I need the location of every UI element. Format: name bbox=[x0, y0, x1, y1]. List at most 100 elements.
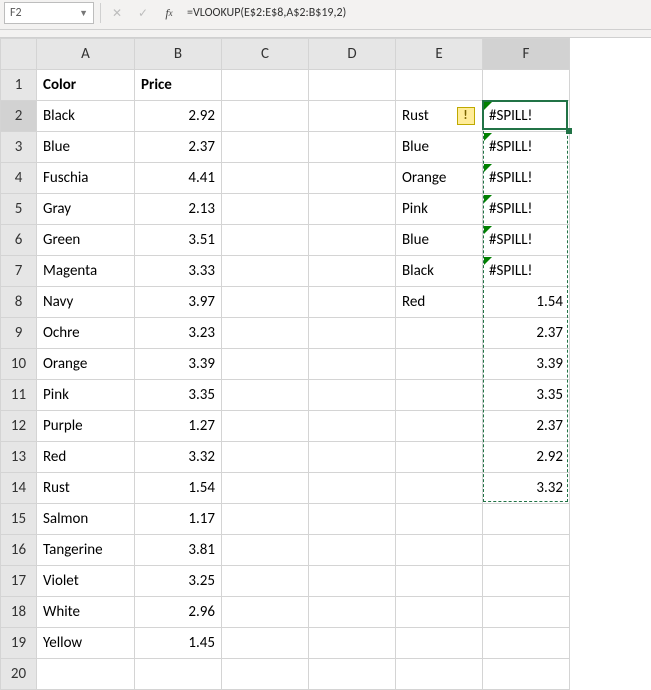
cell-F12[interactable]: 2.37 bbox=[483, 411, 570, 442]
cell-F1[interactable] bbox=[483, 70, 570, 101]
cell-B2[interactable]: 2.92 bbox=[135, 101, 222, 132]
cell-D17[interactable] bbox=[309, 566, 396, 597]
cell-B12[interactable]: 1.27 bbox=[135, 411, 222, 442]
cell-C12[interactable] bbox=[222, 411, 309, 442]
cell-A4[interactable]: Fuschia bbox=[37, 163, 135, 194]
cell-F6[interactable]: #SPILL! bbox=[483, 225, 570, 256]
cell-C3[interactable] bbox=[222, 132, 309, 163]
cell-A16[interactable]: Tangerine bbox=[37, 535, 135, 566]
cell-B13[interactable]: 3.32 bbox=[135, 442, 222, 473]
cell-C6[interactable] bbox=[222, 225, 309, 256]
cell-D19[interactable] bbox=[309, 628, 396, 659]
worksheet-grid[interactable]: A B C D E F 1ColorPrice2Black2.92Rust#SP… bbox=[0, 38, 651, 690]
cell-F8[interactable]: 1.54 bbox=[483, 287, 570, 318]
row-header-13[interactable]: 13 bbox=[1, 442, 37, 473]
cell-C17[interactable] bbox=[222, 566, 309, 597]
cell-B3[interactable]: 2.37 bbox=[135, 132, 222, 163]
cell-E18[interactable] bbox=[396, 597, 483, 628]
cell-C10[interactable] bbox=[222, 349, 309, 380]
cell-F11[interactable]: 3.35 bbox=[483, 380, 570, 411]
cell-F4[interactable]: #SPILL! bbox=[483, 163, 570, 194]
accept-formula-icon[interactable]: ✓ bbox=[133, 3, 153, 23]
row-header-7[interactable]: 7 bbox=[1, 256, 37, 287]
cell-E19[interactable] bbox=[396, 628, 483, 659]
row-header-18[interactable]: 18 bbox=[1, 597, 37, 628]
cell-F3[interactable]: #SPILL! bbox=[483, 132, 570, 163]
cell-A13[interactable]: Red bbox=[37, 442, 135, 473]
cell-D9[interactable] bbox=[309, 318, 396, 349]
cell-D8[interactable] bbox=[309, 287, 396, 318]
cell-E16[interactable] bbox=[396, 535, 483, 566]
cell-F18[interactable] bbox=[483, 597, 570, 628]
cell-E12[interactable] bbox=[396, 411, 483, 442]
cell-E14[interactable] bbox=[396, 473, 483, 504]
row-header-15[interactable]: 15 bbox=[1, 504, 37, 535]
select-all-corner[interactable] bbox=[1, 39, 37, 70]
cell-E20[interactable] bbox=[396, 659, 483, 690]
cell-B18[interactable]: 2.96 bbox=[135, 597, 222, 628]
cell-D3[interactable] bbox=[309, 132, 396, 163]
cell-D2[interactable] bbox=[309, 101, 396, 132]
cell-A18[interactable]: White bbox=[37, 597, 135, 628]
cell-B20[interactable] bbox=[135, 659, 222, 690]
col-header-E[interactable]: E bbox=[396, 39, 483, 70]
cell-C5[interactable] bbox=[222, 194, 309, 225]
cell-E11[interactable] bbox=[396, 380, 483, 411]
row-header-5[interactable]: 5 bbox=[1, 194, 37, 225]
col-header-F[interactable]: F bbox=[483, 39, 570, 70]
cell-C4[interactable] bbox=[222, 163, 309, 194]
cell-D16[interactable] bbox=[309, 535, 396, 566]
cell-F7[interactable]: #SPILL! bbox=[483, 256, 570, 287]
cell-D1[interactable] bbox=[309, 70, 396, 101]
cell-E8[interactable]: Red bbox=[396, 287, 483, 318]
cell-D13[interactable] bbox=[309, 442, 396, 473]
cell-E7[interactable]: Black bbox=[396, 256, 483, 287]
cell-C1[interactable] bbox=[222, 70, 309, 101]
cell-B16[interactable]: 3.81 bbox=[135, 535, 222, 566]
cell-B1[interactable]: Price bbox=[135, 70, 222, 101]
cell-B11[interactable]: 3.35 bbox=[135, 380, 222, 411]
cell-C20[interactable] bbox=[222, 659, 309, 690]
row-header-12[interactable]: 12 bbox=[1, 411, 37, 442]
cell-E3[interactable]: Blue bbox=[396, 132, 483, 163]
cell-B14[interactable]: 1.54 bbox=[135, 473, 222, 504]
row-header-17[interactable]: 17 bbox=[1, 566, 37, 597]
cell-B8[interactable]: 3.97 bbox=[135, 287, 222, 318]
row-header-3[interactable]: 3 bbox=[1, 132, 37, 163]
cell-C16[interactable] bbox=[222, 535, 309, 566]
cell-A7[interactable]: Magenta bbox=[37, 256, 135, 287]
cell-C18[interactable] bbox=[222, 597, 309, 628]
cell-E2[interactable]: Rust bbox=[396, 101, 483, 132]
cell-E6[interactable]: Blue bbox=[396, 225, 483, 256]
row-header-9[interactable]: 9 bbox=[1, 318, 37, 349]
cell-D5[interactable] bbox=[309, 194, 396, 225]
cell-B9[interactable]: 3.23 bbox=[135, 318, 222, 349]
cell-A11[interactable]: Pink bbox=[37, 380, 135, 411]
cell-F16[interactable] bbox=[483, 535, 570, 566]
cell-A3[interactable]: Blue bbox=[37, 132, 135, 163]
cell-B5[interactable]: 2.13 bbox=[135, 194, 222, 225]
cell-A12[interactable]: Purple bbox=[37, 411, 135, 442]
cell-E15[interactable] bbox=[396, 504, 483, 535]
cell-C11[interactable] bbox=[222, 380, 309, 411]
row-header-11[interactable]: 11 bbox=[1, 380, 37, 411]
cell-F10[interactable]: 3.39 bbox=[483, 349, 570, 380]
row-header-10[interactable]: 10 bbox=[1, 349, 37, 380]
cell-E10[interactable] bbox=[396, 349, 483, 380]
cell-A6[interactable]: Green bbox=[37, 225, 135, 256]
cell-D7[interactable] bbox=[309, 256, 396, 287]
col-header-B[interactable]: B bbox=[135, 39, 222, 70]
cell-F2[interactable]: #SPILL! bbox=[483, 101, 570, 132]
cell-E9[interactable] bbox=[396, 318, 483, 349]
cell-A14[interactable]: Rust bbox=[37, 473, 135, 504]
cell-C15[interactable] bbox=[222, 504, 309, 535]
row-header-19[interactable]: 19 bbox=[1, 628, 37, 659]
cell-F20[interactable] bbox=[483, 659, 570, 690]
cell-E5[interactable]: Pink bbox=[396, 194, 483, 225]
row-header-2[interactable]: 2 bbox=[1, 101, 37, 132]
cell-C13[interactable] bbox=[222, 442, 309, 473]
cell-D6[interactable] bbox=[309, 225, 396, 256]
cell-D12[interactable] bbox=[309, 411, 396, 442]
row-header-1[interactable]: 1 bbox=[1, 70, 37, 101]
col-header-A[interactable]: A bbox=[37, 39, 135, 70]
